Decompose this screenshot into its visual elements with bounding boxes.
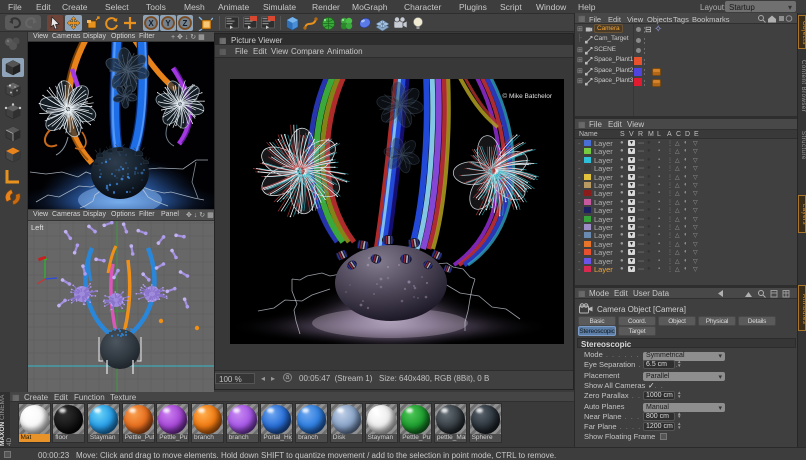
svg-text:Z: Z <box>183 19 188 28</box>
svg-text:Y: Y <box>165 19 171 28</box>
svg-text:X: X <box>148 19 154 28</box>
svg-text:© Mike Batchelor: © Mike Batchelor <box>502 92 552 100</box>
